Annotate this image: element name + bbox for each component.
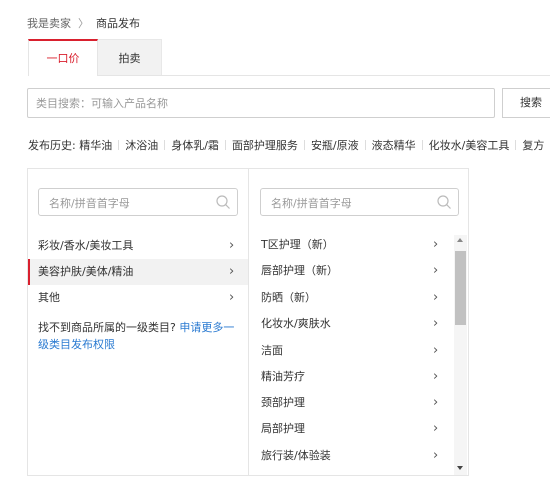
divider [303, 140, 305, 150]
level1-filter [38, 188, 238, 216]
level1-hint: 找不到商品所属的一级类目? 申请更多一级类目发布权限 [38, 319, 244, 353]
divider [118, 140, 120, 150]
breadcrumb: 我是卖家〉商品发布 [27, 15, 140, 31]
search-button[interactable]: 搜索 [502, 88, 550, 118]
chevron-right-icon: › [433, 343, 439, 358]
divider [224, 140, 226, 150]
history-item[interactable]: 安瓶/原液 [311, 139, 359, 152]
history-item[interactable]: 面部护理服务 [232, 139, 298, 152]
chevron-right-icon: › [433, 369, 439, 384]
level2-scrollbar[interactable] [454, 235, 467, 475]
level2-item[interactable]: 局部护理 › [261, 416, 451, 442]
level2-filter-input[interactable] [269, 190, 433, 216]
category-search-input[interactable] [27, 88, 495, 118]
level2-item-label: 洁面 [261, 344, 283, 357]
level2-item[interactable]: 颈部护理 › [261, 390, 451, 416]
level2-item[interactable]: 旅行装/体验装 › [261, 443, 451, 469]
chevron-right-icon: › [229, 238, 235, 253]
history-item[interactable]: 复方 [522, 139, 544, 152]
chevron-right-icon: › [229, 290, 235, 305]
tab-fixed-price[interactable]: 一口价 [28, 39, 98, 76]
breadcrumb-current: 商品发布 [96, 17, 140, 30]
chevron-right-icon: › [433, 395, 439, 410]
history-label: 发布历史: [28, 139, 76, 152]
breadcrumb-root[interactable]: 我是卖家 [27, 17, 71, 30]
level2-filter [260, 188, 459, 216]
level2-item-label: 旅行装/体验装 [261, 449, 331, 462]
level1-item-label: 美容护肤/美体/精油 [38, 265, 134, 278]
level2-item-label: 颈部护理 [261, 396, 305, 409]
scrollbar-thumb[interactable] [455, 251, 466, 325]
level1-item-label: 其他 [38, 291, 60, 304]
level1-item-selected[interactable]: 美容护肤/美体/精油 › [28, 259, 248, 285]
level1-column: 彩妆/香水/美妆工具 › 美容护肤/美体/精油 › 其他 › 找不到商品所属的一… [28, 169, 249, 475]
level2-item-label: 唇部护理（新） [261, 264, 338, 277]
chevron-right-icon: › [433, 263, 439, 278]
level2-item-label: T区护理（新） [261, 238, 334, 251]
level2-column: T区护理（新） › 唇部护理（新） › 防晒（新） › 化妆水/爽肤水 › 洁面 › 精油… [249, 169, 468, 475]
history-item[interactable]: 液态精华 [372, 139, 416, 152]
search-icon[interactable] [215, 194, 231, 210]
level1-filter-input[interactable] [47, 190, 211, 216]
chevron-right-icon: › [433, 237, 439, 252]
level2-item-label: 精油芳疗 [261, 370, 305, 383]
level1-item[interactable]: 彩妆/香水/美妆工具 › [28, 233, 248, 259]
chevron-right-icon: › [433, 448, 439, 463]
chevron-right-icon: › [433, 316, 439, 331]
tab-auction[interactable]: 拍卖 [98, 39, 162, 76]
divider [364, 140, 366, 150]
search-icon[interactable] [436, 194, 452, 210]
level2-item[interactable]: 防晒（新） › [261, 285, 451, 311]
category-picker: 彩妆/香水/美妆工具 › 美容护肤/美体/精油 › 其他 › 找不到商品所属的一… [27, 168, 469, 476]
scroll-down-icon[interactable] [457, 466, 463, 470]
scroll-up-icon[interactable] [457, 238, 463, 242]
hint-text: 找不到商品所属的一级类目? [38, 321, 180, 334]
chevron-right-icon: › [433, 421, 439, 436]
level1-item-label: 彩妆/香水/美妆工具 [38, 239, 134, 252]
divider [164, 140, 166, 150]
level2-item[interactable]: 洁面 › [261, 338, 451, 364]
level2-item[interactable]: 精油芳疗 › [261, 364, 451, 390]
history-item[interactable]: 精华油 [79, 139, 112, 152]
chevron-right-icon: › [433, 290, 439, 305]
publish-history: 发布历史: 精华油 沐浴油 身体乳/霜 面部护理服务 安瓶/原液 液态精华 化妆水/美容工具… [28, 137, 544, 153]
tab-divider [98, 75, 550, 76]
history-item[interactable]: 化妆水/美容工具 [429, 139, 510, 152]
level2-item[interactable]: 唇部护理（新） › [261, 258, 451, 284]
level2-item-label: 化妆水/爽肤水 [261, 317, 331, 330]
breadcrumb-separator-icon: 〉 [78, 17, 89, 30]
level2-item-label: 局部护理 [261, 422, 305, 435]
history-item[interactable]: 身体乳/霜 [171, 139, 219, 152]
level2-item[interactable]: 化妆水/爽肤水 › [261, 311, 451, 337]
divider [421, 140, 423, 150]
level2-item-label: 防晒（新） [261, 291, 316, 304]
divider [515, 140, 517, 150]
chevron-right-icon: › [229, 264, 235, 279]
history-item[interactable]: 沐浴油 [125, 139, 158, 152]
level2-item[interactable]: T区护理（新） › [261, 232, 451, 258]
level1-item[interactable]: 其他 › [28, 285, 248, 311]
